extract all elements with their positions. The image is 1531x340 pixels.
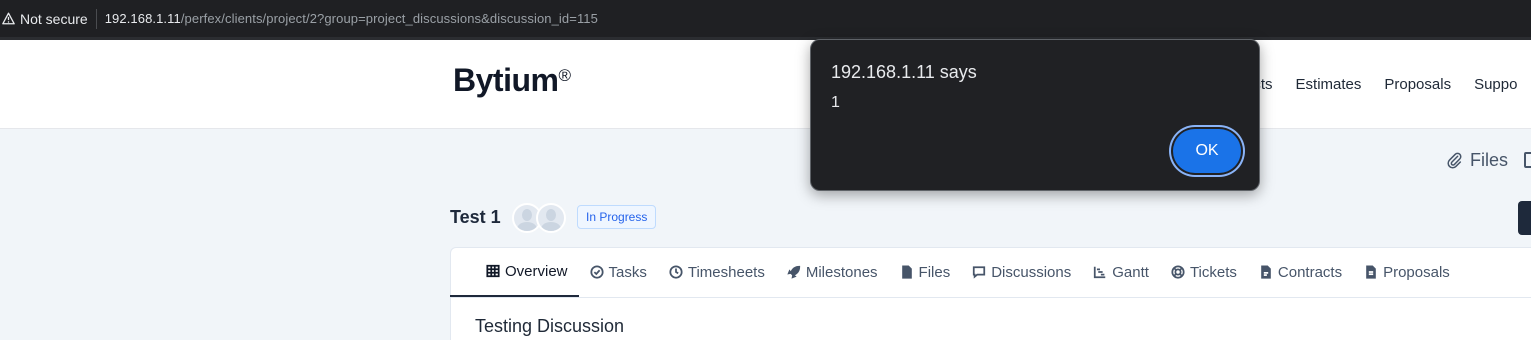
document-icon — [1366, 265, 1376, 279]
browser-address-bar: Not secure 192.168.1.11/perfex/clients/p… — [0, 0, 1531, 40]
tab-label: Proposals — [1383, 263, 1450, 281]
chart-icon — [1094, 266, 1106, 279]
clock-icon — [669, 265, 683, 279]
dialog-title: 192.168.1.11 says — [831, 62, 977, 82]
addrbar-divider — [95, 8, 97, 29]
check-circle-icon — [589, 265, 604, 279]
tab-label: Overview — [505, 262, 568, 280]
tab-proposals[interactable]: Proposals — [1353, 247, 1461, 297]
paperclip-icon — [1447, 152, 1462, 169]
lifebuoy-icon — [1171, 265, 1185, 279]
tab-contracts[interactable]: Contracts — [1248, 247, 1353, 297]
nav-item-proposals[interactable]: Proposals — [1384, 76, 1451, 93]
tab-discussions[interactable]: Discussions — [961, 247, 1082, 297]
url-field[interactable]: 192.168.1.11/perfex/clients/project/2?gr… — [105, 11, 598, 26]
files-button-label: Files — [1470, 150, 1509, 170]
discussion-title: Testing Discussion — [475, 316, 625, 336]
tab-files[interactable]: Files — [889, 247, 962, 297]
security-indicator[interactable]: Not secure — [0, 5, 88, 33]
url-host: 192.168.1.11 — [104, 11, 181, 26]
tab-label: Gantt — [1112, 263, 1149, 281]
tab-label: Tasks — [608, 263, 647, 281]
new-action-button[interactable] — [1518, 201, 1531, 235]
ok-button[interactable]: OK — [1173, 129, 1241, 173]
tab-milestones[interactable]: Milestones — [776, 247, 889, 297]
alert-dialog: 192.168.1.11 says 1 OK — [810, 39, 1260, 191]
files-button[interactable]: Files — [1446, 150, 1508, 171]
tab-tickets[interactable]: Tickets — [1160, 247, 1248, 297]
file-icon — [901, 265, 912, 279]
nav-item-support[interactable]: Suppo — [1474, 76, 1517, 93]
dialog-message: 1 — [831, 94, 840, 111]
tab-overview[interactable]: Overview — [450, 247, 579, 297]
security-label: Not secure — [20, 10, 88, 27]
project-tabs: Overview Tasks Timesheets Milestones Fil… — [450, 247, 1531, 298]
status-badge: In Progress — [577, 205, 657, 229]
chat-icon — [973, 266, 986, 279]
tab-label: Contracts — [1277, 263, 1343, 281]
nav-item-estimates[interactable]: Estimates — [1296, 76, 1362, 93]
warning-icon — [2, 12, 15, 25]
project-members — [512, 203, 566, 233]
tab-label: Files — [918, 263, 951, 281]
brand-logo[interactable]: Bytium® — [453, 62, 571, 99]
url-path: /perfex/clients/project/2?group=project_… — [180, 11, 598, 26]
brand-name: Bytium — [453, 62, 559, 98]
tab-label: Milestones — [805, 263, 878, 281]
tab-tasks[interactable]: Tasks — [579, 247, 658, 297]
tab-gantt[interactable]: Gantt — [1082, 247, 1160, 297]
calendar-icon[interactable] — [1524, 152, 1531, 168]
rocket-icon — [787, 265, 800, 279]
project-title: Test 1 — [450, 207, 501, 227]
site-header: Bytium® acts Estimates Proposals Suppo — [0, 40, 1531, 129]
tab-label: Timesheets — [687, 263, 765, 281]
tab-timesheets[interactable]: Timesheets — [658, 247, 776, 297]
table-icon — [486, 264, 500, 278]
avatar[interactable] — [536, 203, 566, 233]
tab-label: Tickets — [1189, 263, 1237, 281]
contract-icon — [1261, 265, 1271, 279]
registered-mark: ® — [558, 66, 571, 85]
tab-label: Discussions — [991, 263, 1072, 281]
top-nav: acts Estimates Proposals Suppo — [1245, 76, 1531, 93]
